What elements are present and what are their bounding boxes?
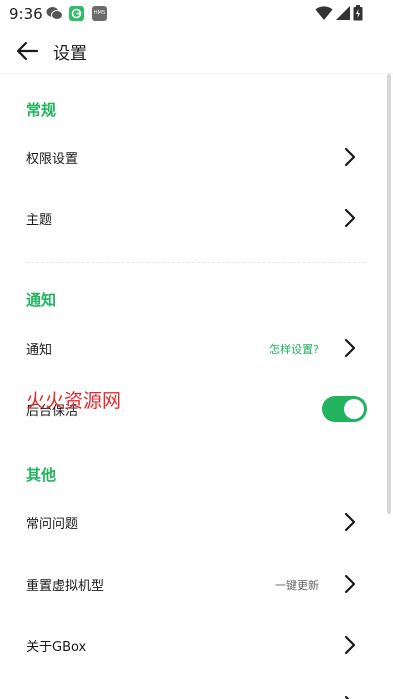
watermark-text: 火火资源网 bbox=[26, 390, 122, 412]
signal-icon bbox=[336, 6, 350, 20]
chevron-right-icon bbox=[344, 574, 356, 594]
one-click-update-hint: 一键更新 bbox=[275, 579, 319, 592]
section-header-other: 其他 bbox=[26, 466, 57, 484]
row-label: 通知 bbox=[26, 343, 53, 358]
status-indicators bbox=[315, 5, 365, 23]
page-title: 设置 bbox=[53, 44, 87, 64]
row-label: 常问问题 bbox=[26, 517, 79, 532]
chevron-right-icon bbox=[344, 147, 356, 167]
battery-icon bbox=[353, 5, 363, 21]
settings-row-notifications[interactable]: 通知 怎样设置? bbox=[0, 320, 385, 376]
settings-row-faq[interactable]: 常问问题 bbox=[0, 494, 385, 550]
settings-row-permissions[interactable]: 权限设置 bbox=[0, 129, 385, 185]
row-label: 重置虚拟机型 bbox=[26, 579, 105, 594]
how-to-setup-link[interactable]: 怎样设置? bbox=[269, 341, 319, 357]
settings-row-reset-device-model[interactable]: 重置虚拟机型 一键更新 bbox=[0, 556, 385, 612]
scrollbar[interactable] bbox=[387, 74, 391, 514]
chevron-right-icon bbox=[344, 512, 356, 532]
chevron-right-icon bbox=[344, 338, 356, 358]
hms-icon-text: HMS bbox=[93, 10, 106, 16]
gbox-icon bbox=[69, 6, 84, 21]
section-header-general: 常规 bbox=[26, 101, 57, 119]
status-bar: 9:36 HMS bbox=[0, 0, 393, 28]
chevron-right-icon bbox=[344, 635, 356, 655]
app-bar: 设置 bbox=[0, 28, 393, 74]
chevron-right-icon bbox=[344, 208, 356, 228]
settings-row-theme[interactable]: 主题 bbox=[0, 190, 385, 246]
section-divider bbox=[26, 262, 366, 263]
chevron-right-icon bbox=[344, 695, 350, 699]
keep-alive-toggle[interactable] bbox=[322, 396, 367, 422]
section-header-notifications: 通知 bbox=[26, 291, 57, 309]
arrow-left-icon bbox=[16, 41, 39, 61]
status-time: 9:36 bbox=[9, 5, 43, 23]
settings-row-partial[interactable] bbox=[0, 677, 385, 699]
wechat-icon bbox=[46, 6, 63, 21]
wifi-icon bbox=[315, 6, 333, 20]
toggle-knob bbox=[344, 399, 364, 419]
row-label: 主题 bbox=[26, 213, 53, 228]
settings-row-about[interactable]: 关于GBox bbox=[0, 617, 385, 673]
back-button[interactable] bbox=[8, 32, 46, 70]
hms-icon: HMS bbox=[92, 6, 107, 21]
row-label: 权限设置 bbox=[26, 152, 79, 167]
row-label: 关于GBox bbox=[26, 640, 87, 655]
